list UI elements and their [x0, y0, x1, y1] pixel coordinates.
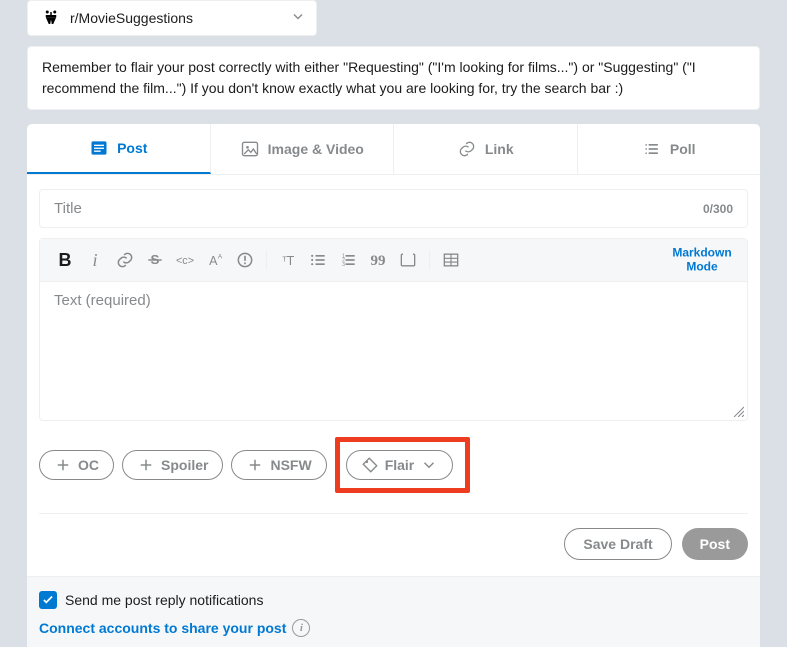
spoiler-tag-label: Spoiler	[161, 457, 208, 473]
text-editor: B i S <c> AA TT	[39, 238, 748, 421]
bold-button[interactable]: B	[50, 245, 80, 275]
markdown-mode-toggle[interactable]: Markdown Mode	[667, 246, 737, 275]
svg-text:99: 99	[371, 253, 386, 269]
action-row: Save Draft Post	[27, 514, 760, 576]
spoiler-button[interactable]	[230, 245, 260, 275]
community-icon	[40, 7, 62, 29]
bullet-list-button[interactable]	[303, 245, 333, 275]
nsfw-tag-label: NSFW	[270, 457, 311, 473]
flair-highlight-box: Flair	[335, 437, 471, 493]
resize-handle-icon[interactable]	[732, 405, 744, 417]
tag-buttons-row: OC Spoiler NSFW Flair	[27, 421, 760, 509]
spoiler-tag-button[interactable]: Spoiler	[122, 450, 223, 480]
community-name: r/MovieSuggestions	[70, 10, 193, 26]
image-icon	[240, 139, 260, 159]
superscript-button[interactable]: AA	[200, 245, 230, 275]
svg-text:A: A	[218, 253, 223, 260]
tab-poll[interactable]: Poll	[578, 124, 761, 174]
toolbar-divider	[266, 250, 267, 270]
flair-tag-label: Flair	[385, 457, 415, 473]
post-button[interactable]: Post	[682, 528, 748, 560]
heading-button[interactable]: TT	[273, 245, 303, 275]
notifications-checkbox-row[interactable]: Send me post reply notifications	[39, 591, 748, 609]
checkbox-checked-icon[interactable]	[39, 591, 57, 609]
connect-accounts-label: Connect accounts to share your post	[39, 620, 286, 636]
title-input-row: 0/300	[39, 189, 748, 228]
italic-button[interactable]: i	[80, 245, 110, 275]
notifications-label: Send me post reply notifications	[65, 592, 263, 608]
oc-tag-button[interactable]: OC	[39, 450, 114, 480]
post-composer-card: Post Image & Video Link Poll 0/300 B	[27, 124, 760, 647]
connect-accounts-link[interactable]: Connect accounts to share your post i	[39, 619, 748, 637]
plus-icon	[246, 456, 264, 474]
tab-post-label: Post	[117, 140, 147, 156]
nsfw-tag-button[interactable]: NSFW	[231, 450, 326, 480]
post-icon	[89, 138, 109, 158]
plus-icon	[137, 456, 155, 474]
number-list-button[interactable]: 123	[333, 245, 363, 275]
toolbar-divider	[429, 250, 430, 270]
body-textarea[interactable]: Text (required)	[40, 282, 747, 420]
svg-text:<c>: <c>	[176, 255, 194, 267]
title-input[interactable]	[54, 200, 703, 217]
chevron-down-icon	[420, 456, 438, 474]
tab-post[interactable]: Post	[27, 124, 211, 174]
poll-icon	[642, 139, 662, 159]
tab-image-video-label: Image & Video	[268, 141, 364, 157]
community-selector[interactable]: r/MovieSuggestions	[27, 0, 317, 36]
tab-link-label: Link	[485, 141, 514, 157]
chevron-down-icon	[290, 9, 306, 28]
link-icon	[457, 139, 477, 159]
inline-code-button[interactable]: <c>	[170, 245, 200, 275]
title-char-counter: 0/300	[703, 202, 733, 216]
info-icon: i	[292, 619, 310, 637]
svg-text:T: T	[287, 254, 295, 268]
tab-poll-label: Poll	[670, 141, 696, 157]
save-draft-button[interactable]: Save Draft	[564, 528, 671, 560]
table-button[interactable]	[436, 245, 466, 275]
quote-button[interactable]: 99	[363, 245, 393, 275]
strikethrough-button[interactable]: S	[140, 245, 170, 275]
code-block-button[interactable]	[393, 245, 423, 275]
svg-text:A: A	[209, 254, 218, 268]
oc-tag-label: OC	[78, 457, 99, 473]
post-type-tabs: Post Image & Video Link Poll	[27, 124, 760, 175]
flair-notice: Remember to flair your post correctly wi…	[27, 46, 760, 110]
body-placeholder: Text (required)	[54, 292, 151, 309]
composer-footer: Send me post reply notifications Connect…	[27, 576, 760, 647]
tab-image-video[interactable]: Image & Video	[211, 124, 395, 174]
plus-icon	[54, 456, 72, 474]
svg-text:3: 3	[342, 262, 345, 268]
editor-toolbar: B i S <c> AA TT	[40, 239, 747, 282]
link-button[interactable]	[110, 245, 140, 275]
tab-link[interactable]: Link	[394, 124, 578, 174]
flair-tag-button[interactable]: Flair	[346, 450, 454, 480]
tag-icon	[361, 456, 379, 474]
